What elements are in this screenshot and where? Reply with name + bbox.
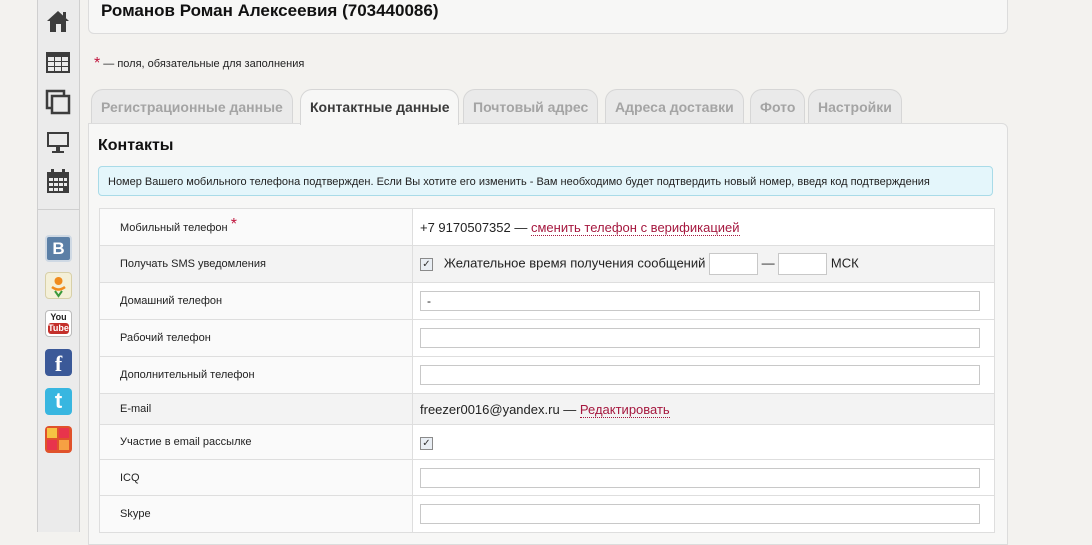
youtube-text-bottom: Tube (48, 323, 69, 334)
home-icon[interactable] (44, 7, 72, 35)
edit-email-link[interactable]: Редактировать (579, 401, 670, 418)
sms-time-dash: — (761, 255, 775, 271)
section-title: Контакты (98, 137, 174, 154)
form-row-icq: ICQ (99, 459, 995, 496)
monitor-icon[interactable] (44, 128, 72, 156)
required-star: * (230, 216, 237, 233)
form-row-home-phone: Домашний телефон - (99, 282, 995, 320)
home-phone-input[interactable]: - (420, 291, 980, 311)
form-value (412, 356, 995, 394)
sms-label: Получать SMS уведомления (99, 245, 413, 283)
vkontakte-icon[interactable]: B (45, 235, 72, 262)
sms-time-from-input[interactable] (709, 253, 759, 275)
form-value (412, 459, 995, 496)
tab-delivery-addresses[interactable]: Адреса доставки (605, 89, 744, 123)
sms-timezone: МСК (830, 255, 859, 271)
form-value: +7 9170507352 — сменить телефон с верифи… (412, 208, 995, 246)
email-label: E-mail (99, 393, 413, 425)
required-note-text: — поля, обязательные для заполнения (103, 58, 305, 70)
extra-phone-label: Дополнительный телефон (99, 356, 413, 394)
skype-input[interactable] (420, 504, 980, 524)
form-value (412, 495, 995, 533)
form-value (412, 319, 995, 357)
extra-phone-input[interactable] (420, 365, 980, 385)
required-star: * (94, 55, 101, 72)
form-value: freezer0016@yandex.ru — Редактировать (412, 393, 995, 425)
form-row-work-phone: Рабочий телефон (99, 319, 995, 357)
facebook-icon[interactable]: f (45, 349, 72, 376)
sms-time-label: Желательное время получения сообщений (443, 255, 706, 271)
youtube-text-top: You (50, 312, 67, 322)
form-row-newsletter: Участие в email рассылке ✓ (99, 424, 995, 460)
skype-label: Skype (99, 495, 413, 533)
youtube-icon[interactable]: You Tube (45, 310, 72, 337)
form-value: ✓ (412, 424, 995, 460)
form-value: ✓ Желательное время получения сообщений … (412, 245, 995, 283)
tab-contacts[interactable]: Контактные данные (300, 89, 460, 125)
windows-icon[interactable] (44, 88, 72, 116)
home-phone-label: Домашний телефон (99, 282, 413, 320)
tab-postal-address[interactable]: Почтовый адрес (463, 89, 599, 123)
form-row-email: E-mail freezer0016@yandex.ru — Редактиро… (99, 393, 995, 425)
form-value: - (412, 282, 995, 320)
tab-registration[interactable]: Регистрационные данные (91, 89, 293, 123)
tab-settings[interactable]: Настройки (808, 89, 902, 123)
sms-checkbox[interactable]: ✓ (420, 257, 433, 271)
change-phone-link[interactable]: сменить телефон с верификацией (530, 219, 740, 236)
user-name-title: Романов Роман Алексеевия (703440086) (101, 1, 439, 20)
form-row-sms: Получать SMS уведомления ✓ Желательное в… (99, 245, 995, 283)
sms-time-to-input[interactable] (778, 253, 828, 275)
table-icon[interactable] (44, 48, 72, 76)
user-header: Романов Роман Алексеевия (703440086) (88, 0, 1008, 34)
contacts-form: Мобильный телефон * +7 9170507352 — смен… (99, 208, 995, 533)
required-note: * — поля, обязательные для заполнения (94, 54, 304, 72)
icq-label: ICQ (99, 459, 413, 496)
newsletter-label: Участие в email рассылке (99, 424, 413, 460)
info-message: Номер Вашего мобильного телефона подтвер… (98, 166, 993, 196)
newsletter-checkbox[interactable]: ✓ (420, 436, 433, 450)
mobile-value: +7 9170507352 — (420, 219, 528, 235)
icq-input[interactable] (420, 467, 980, 488)
calendar-icon[interactable] (44, 167, 72, 195)
work-phone-label: Рабочий телефон (99, 319, 413, 357)
mobile-label: Мобильный телефон (120, 222, 228, 234)
work-phone-input[interactable] (420, 328, 980, 348)
form-row-extra-phone: Дополнительный телефон (99, 356, 995, 394)
email-value: freezer0016@yandex.ru — (420, 401, 577, 417)
odnoklassniki-icon[interactable] (45, 272, 72, 299)
twitter-icon[interactable]: t (45, 388, 72, 415)
sidebar-divider (38, 209, 79, 210)
form-label: Мобильный телефон * (99, 208, 413, 246)
mosaic-icon[interactable] (45, 426, 72, 453)
tab-photo[interactable]: Фото (750, 89, 806, 123)
form-row-mobile: Мобильный телефон * +7 9170507352 — смен… (99, 208, 995, 246)
form-row-skype: Skype (99, 495, 995, 533)
